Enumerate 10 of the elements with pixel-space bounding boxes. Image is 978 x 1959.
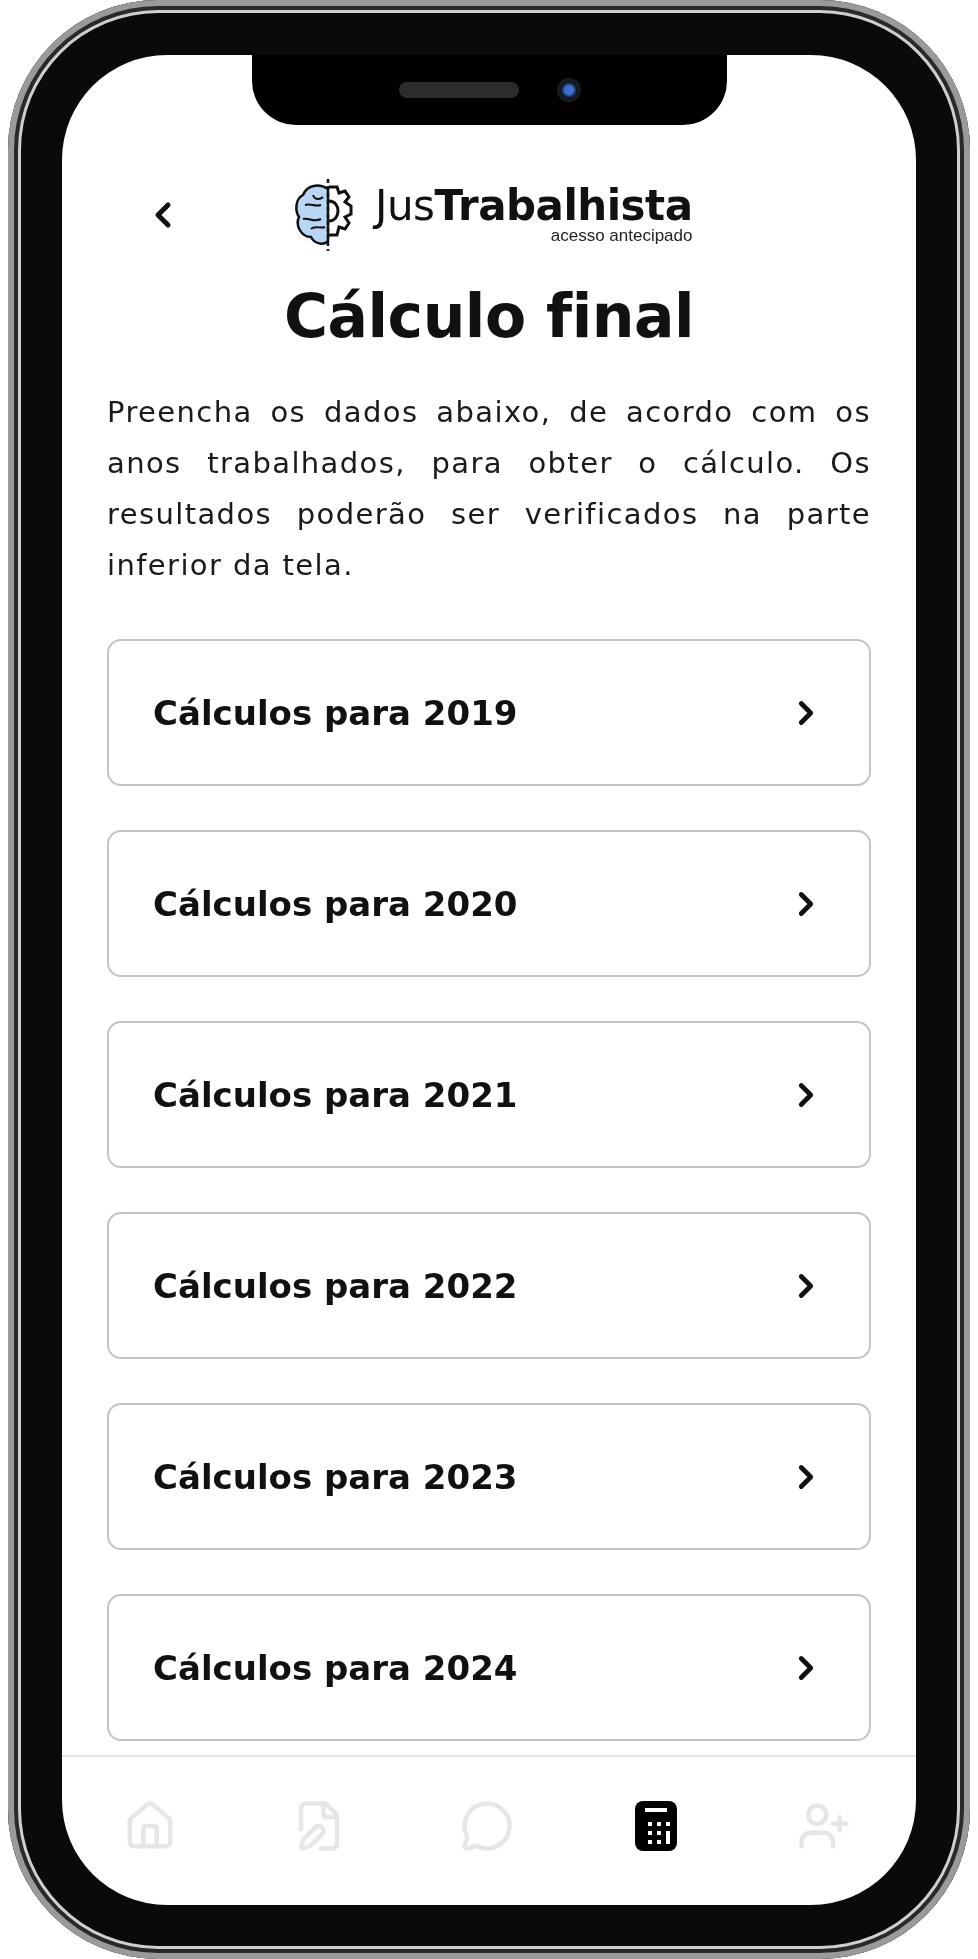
camera-lens [556,78,581,102]
year-calculation-item[interactable]: Cálculos para 2021 [107,1021,871,1168]
brand-tagline: acesso antecipado [550,226,693,246]
page-title: Cálculo final [283,281,695,351]
year-calculation-item[interactable]: Cálculos para 2023 [107,1403,871,1550]
year-calculation-item[interactable]: Cálculos para 2024 [107,1594,871,1741]
year-calculation-item[interactable]: Cálculos para 2019 [107,639,871,786]
year-calculation-item[interactable]: Cálculos para 2022 [107,1212,871,1359]
year-calculation-item[interactable]: Cálculos para 2020 [107,830,871,977]
intro-text: Preencha os dados abaixo, de acordo com os anos trabalhados, para obter o cálculo. Os resultados poderão ser verificados na parte inferior da tela. [107,394,871,584]
